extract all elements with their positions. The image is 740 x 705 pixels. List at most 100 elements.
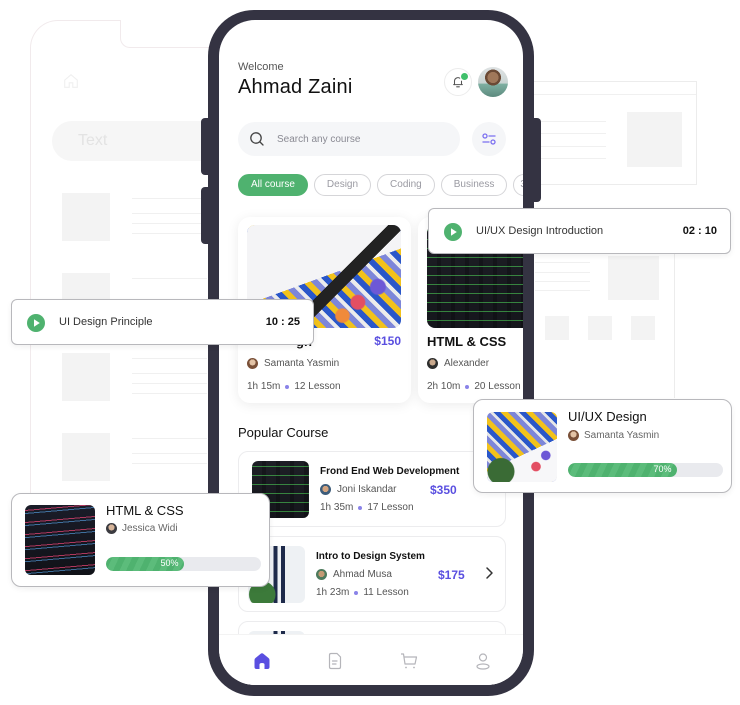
course-meta: 1h 15m 12 Lesson [247, 381, 341, 392]
play-icon[interactable] [27, 314, 45, 332]
greeting-text: Welcome [238, 61, 284, 73]
wireframe-line [132, 198, 207, 199]
user-name: Ahmad Zaini [238, 76, 353, 98]
wireframe-line [132, 393, 207, 394]
progress-bar: 50% [106, 557, 261, 571]
chevron-right-icon[interactable] [483, 565, 495, 581]
lesson-card-uiux-intro[interactable]: UI/UX Design Introduction 02 : 10 [428, 208, 731, 254]
wireframe-image-placeholder [627, 112, 682, 167]
course-title: UI/UX Design [568, 409, 647, 424]
tab-business[interactable]: Business [440, 174, 508, 196]
course-duration: 1h 23m [316, 587, 350, 598]
wireframe-image-placeholder [62, 193, 110, 241]
home-icon[interactable] [252, 651, 272, 671]
notification-button[interactable] [444, 68, 472, 96]
author-avatar [106, 523, 117, 534]
tab-design[interactable]: Design [313, 174, 372, 196]
wireframe-image-placeholder [545, 316, 569, 340]
popular-course-item[interactable]: Frond End Web Development Joni Iskandar … [238, 451, 506, 527]
course-title: HTML & CSS [427, 334, 507, 349]
wireframe-home-icon [64, 73, 78, 88]
wireframe-line [535, 262, 590, 263]
course-author: Joni Iskandar [320, 484, 396, 495]
author-name: Samanta Yasmin [584, 430, 660, 441]
author-avatar [320, 484, 331, 495]
lesson-title: UI Design Principle [59, 316, 153, 328]
wireframe-line [132, 373, 207, 374]
tab-all-course[interactable]: All course [238, 174, 308, 196]
search-icon [250, 132, 264, 146]
progress-label: 70% [653, 464, 672, 474]
cart-icon[interactable] [399, 651, 419, 671]
play-icon[interactable] [444, 223, 462, 241]
bottom-navigation [219, 634, 523, 685]
wireframe-line [132, 438, 207, 439]
course-title: Frond End Web Development [320, 466, 460, 477]
course-author: Ahmad Musa [316, 569, 392, 580]
course-title: Intro to Design System [316, 551, 425, 562]
wireframe-line [132, 278, 207, 279]
wireframe-line [132, 213, 207, 214]
background-wireframe-right-lower [525, 250, 675, 398]
wireframe-image-placeholder [588, 316, 612, 340]
tab-3d-modeling[interactable]: 3D M [513, 174, 523, 196]
course-meta: 1h 23m 11 Lesson [316, 587, 409, 598]
progress-card-html-css[interactable]: HTML & CSS Jessica Widi 50% [11, 493, 270, 587]
search-input[interactable]: Search any course [238, 122, 460, 156]
author-name: Joni Iskandar [337, 484, 397, 495]
user-icon[interactable] [473, 651, 493, 671]
tab-coding[interactable]: Coding [377, 174, 435, 196]
separator-dot [465, 384, 470, 389]
course-duration: 2h 10m [427, 381, 461, 392]
course-author: Alexander [427, 358, 489, 369]
wireframe-image-placeholder [631, 316, 655, 340]
wireframe-search-text: Text [78, 132, 108, 149]
author-name: Samanta Yasmin [264, 358, 340, 369]
wireframe-line [132, 453, 207, 454]
author-avatar [568, 430, 579, 441]
wireframe-line [535, 281, 590, 282]
wireframe-image-placeholder [608, 256, 659, 300]
progress-card-uiux-design[interactable]: UI/UX Design Samanta Yasmin 70% [473, 399, 732, 493]
lesson-card-ui-principle[interactable]: UI Design Principle 10 : 25 [11, 299, 314, 345]
course-price: $175 [438, 568, 465, 582]
separator-dot [358, 505, 363, 510]
wireframe-line [132, 463, 207, 464]
course-meta: 1h 35m 17 Lesson [320, 502, 414, 513]
progress-label: 50% [160, 558, 179, 568]
author-avatar [247, 358, 258, 369]
wireframe-image-placeholder [62, 433, 110, 481]
author-name: Alexander [444, 358, 490, 369]
notification-badge [461, 73, 468, 80]
category-tabs: All course Design Coding Business 3D M [238, 174, 523, 196]
course-author: Samanta Yasmin [568, 430, 659, 441]
course-duration: 1h 15m [247, 381, 281, 392]
course-title: HTML & CSS [106, 503, 184, 518]
wireframe-line [535, 272, 590, 273]
filter-icon [482, 133, 496, 145]
course-meta: 2h 10m 20 Lesson [427, 381, 521, 392]
course-price: $350 [430, 483, 457, 497]
course-author: Samanta Yasmin [247, 358, 339, 369]
progress-fill: 50% [106, 557, 184, 571]
progress-fill: 70% [568, 463, 677, 477]
popular-course-item[interactable]: Intro to Design System Ahmad Musa $175 1… [238, 536, 506, 612]
wireframe-line [132, 383, 207, 384]
popular-section-title: Popular Course [238, 425, 329, 440]
course-lessons: 12 Lesson [294, 381, 341, 392]
lesson-duration: 02 : 10 [682, 225, 717, 237]
filter-button[interactable] [472, 122, 506, 156]
author-avatar [316, 569, 327, 580]
wireframe-line [535, 290, 590, 291]
user-avatar[interactable] [478, 67, 508, 97]
phone-frame: Welcome Ahmad Zaini Search any course Al… [208, 10, 534, 696]
course-lessons: 20 Lesson [474, 381, 521, 392]
course-duration: 1h 35m [320, 502, 354, 513]
course-thumbnail [487, 412, 557, 482]
separator-dot [285, 384, 290, 389]
wireframe-line [526, 94, 696, 95]
author-name: Jessica Widi [122, 523, 178, 534]
document-icon[interactable] [325, 651, 345, 671]
course-price: $150 [374, 334, 401, 348]
search-placeholder: Search any course [277, 133, 361, 145]
